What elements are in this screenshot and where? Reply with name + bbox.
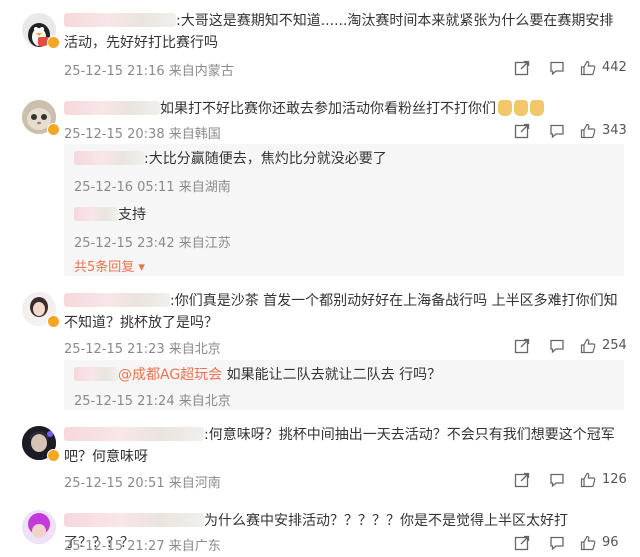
comment-meta: 25-12-15 21:27 来自广东 (64, 535, 221, 554)
reply-item: 支持 25-12-15 23:42 来自江苏 (74, 204, 614, 251)
comment-actions: 96 (514, 535, 624, 553)
share-icon[interactable] (514, 123, 530, 139)
location: 来自北京 (168, 342, 221, 357)
timestamp: 25-12-15 20:51 (64, 476, 165, 491)
like-count: 126 (602, 472, 627, 487)
comment-actions: 343 (514, 123, 627, 141)
verified-badge-icon (47, 36, 60, 49)
share-icon[interactable] (514, 338, 530, 354)
comment-icon[interactable] (549, 60, 565, 76)
timestamp: 25-12-15 23:42 (74, 236, 175, 251)
location: 来自江苏 (178, 236, 231, 251)
timestamp: 25-12-15 21:24 (74, 394, 175, 409)
location: 来自北京 (178, 394, 231, 409)
comment-item: :大哥这是赛期知不知道......淘汰赛时间本来就紧张为什么要在赛期安排活动，先… (0, 0, 640, 88)
timestamp: 25-12-16 05:11 (74, 180, 175, 195)
username[interactable] (74, 207, 118, 221)
thumbs-up-emoji-icon (498, 100, 512, 116)
comment-text: :何意味呀？挑杯中间抽出一天去活动？不会只有我们想要这个冠军吧？何意味呀 (64, 424, 624, 468)
comment-item: 如果打不好比赛你还敢去参加活动你看粉丝打不打你们 25-12-15 20:38 … (0, 88, 640, 280)
comment-item: 为什么赛中安排活动？？？？？你是不是觉得上半区太好打了？？？？ 25-12-15… (0, 500, 640, 557)
like-count: 343 (602, 123, 627, 138)
verified-badge-icon (47, 315, 60, 328)
comment-body: 如果打不好比赛你还敢去参加活动你看粉丝打不打你们 (160, 101, 496, 117)
comment-actions: 126 (514, 472, 627, 490)
thumbs-up-emoji-icon (530, 100, 544, 116)
timestamp: 25-12-15 20:38 (64, 127, 165, 142)
comment-icon[interactable] (549, 535, 565, 551)
timestamp: 25-12-15 21:23 (64, 342, 165, 357)
location: 来自内蒙古 (168, 64, 234, 79)
chevron-down-icon: ▾ (138, 260, 145, 275)
reply-body: :大比分赢随便去，焦灼比分就没必要了 (144, 151, 387, 167)
username[interactable] (64, 13, 176, 27)
more-replies-link[interactable]: 共5条回复 ▾ (74, 256, 145, 275)
comment-item: :你们真是沙茶 首发一个都别动好好在上海备战行吗 上半区多难打你们知不知道？挑杯… (0, 282, 640, 414)
username[interactable] (74, 151, 144, 165)
comment-meta: 25-12-15 21:16 来自内蒙古 (64, 60, 234, 79)
timestamp: 25-12-15 21:16 (64, 64, 165, 79)
username[interactable] (64, 101, 160, 115)
username[interactable] (64, 427, 204, 441)
location: 来自湖南 (178, 180, 231, 195)
like-icon[interactable] (580, 123, 596, 139)
comment-icon[interactable] (549, 123, 565, 139)
location: 来自韩国 (168, 127, 221, 142)
reply-item: :大比分赢随便去，焦灼比分就没必要了 25-12-16 05:11 来自湖南 (74, 148, 614, 195)
like-icon[interactable] (580, 338, 596, 354)
like-icon[interactable] (580, 60, 596, 76)
share-icon[interactable] (514, 472, 530, 488)
reply-thread: @成都AG超玩会 如果能让二队去就让二队去 行吗？ 25-12-15 21:24… (64, 360, 624, 410)
comment-icon[interactable] (549, 472, 565, 488)
like-icon[interactable] (580, 472, 596, 488)
mention-link[interactable]: @成都AG超玩会 (118, 367, 222, 383)
comment-actions: 442 (514, 60, 627, 78)
avatar[interactable] (22, 510, 56, 544)
location: 来自河南 (168, 476, 221, 491)
verified-badge-icon (47, 123, 60, 136)
reply-body: 支持 (118, 207, 146, 223)
timestamp: 25-12-15 21:27 (64, 539, 165, 554)
share-icon[interactable] (514, 535, 530, 551)
like-count: 442 (602, 60, 627, 75)
share-icon[interactable] (514, 60, 530, 76)
reply-thread: :大比分赢随便去，焦灼比分就没必要了 25-12-16 05:11 来自湖南 支… (64, 144, 624, 276)
comment-actions: 254 (514, 338, 627, 356)
comment-text: :你们真是沙茶 首发一个都别动好好在上海备战行吗 上半区多难打你们知不知道？挑杯… (64, 290, 624, 334)
verified-badge-icon (47, 449, 60, 462)
like-count: 96 (602, 535, 619, 550)
comment-icon[interactable] (549, 338, 565, 354)
comment-text: 如果打不好比赛你还敢去参加活动你看粉丝打不打你们 (64, 98, 624, 120)
comment-meta: 25-12-15 20:38 来自韩国 (64, 123, 221, 142)
location: 来自广东 (168, 539, 221, 554)
comment-meta: 25-12-15 20:51 来自河南 (64, 472, 221, 491)
thumbs-up-emoji-icon (514, 100, 528, 116)
comment-item: :何意味呀？挑杯中间抽出一天去活动？不会只有我们想要这个冠军吧？何意味呀 25-… (0, 416, 640, 494)
username[interactable] (64, 513, 204, 527)
like-count: 254 (602, 338, 627, 353)
username[interactable] (64, 293, 170, 307)
like-icon[interactable] (580, 535, 596, 551)
more-replies-label: 共5条回复 (74, 260, 135, 275)
comment-meta: 25-12-15 21:23 来自北京 (64, 338, 221, 357)
reply-body: 如果能让二队去就让二队去 行吗？ (226, 367, 442, 383)
username[interactable] (74, 367, 118, 381)
comment-text: :大哥这是赛期知不知道......淘汰赛时间本来就紧张为什么要在赛期安排活动，先… (64, 10, 624, 54)
reply-item: @成都AG超玩会 如果能让二队去就让二队去 行吗？ 25-12-15 21:24… (74, 364, 614, 409)
